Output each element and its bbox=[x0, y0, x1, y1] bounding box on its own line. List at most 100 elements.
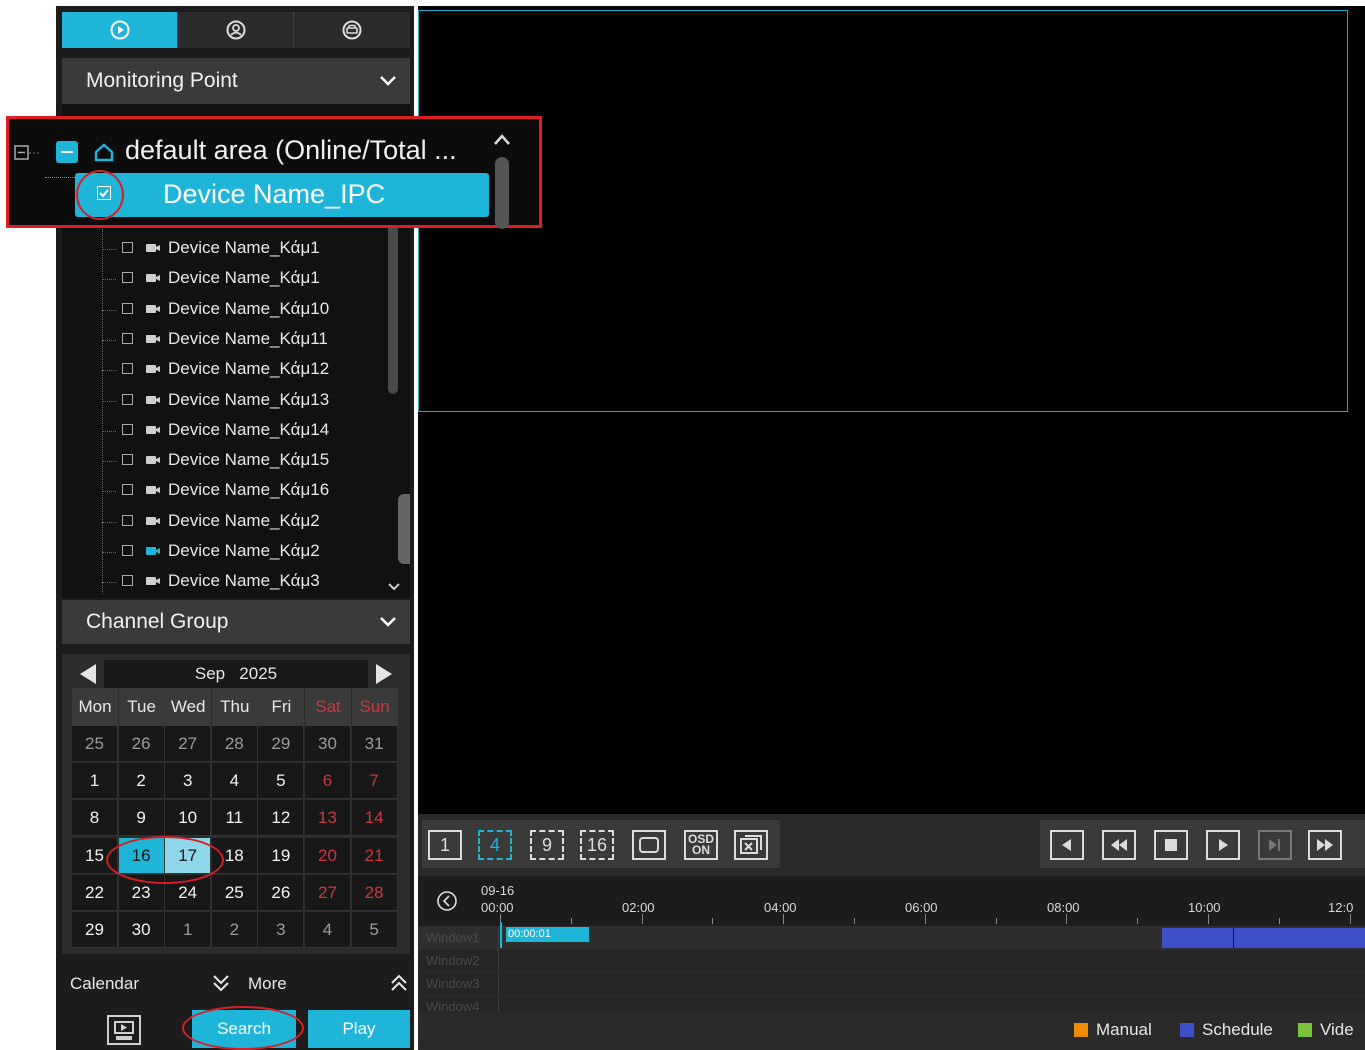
device-row[interactable]: Device Name_Κάμ15 bbox=[62, 446, 392, 476]
calendar-day[interactable]: 1 bbox=[165, 912, 212, 948]
device-checkbox[interactable] bbox=[122, 242, 133, 253]
collapse-icon[interactable] bbox=[14, 145, 42, 161]
calendar-day[interactable]: 27 bbox=[305, 874, 351, 911]
device-checkbox[interactable] bbox=[122, 272, 133, 284]
calendar-day[interactable]: 3 bbox=[165, 763, 212, 800]
calendar-day[interactable]: 13 bbox=[305, 800, 351, 837]
calendar-day[interactable]: 7 bbox=[351, 763, 398, 800]
vehicle-tab[interactable] bbox=[294, 12, 410, 48]
calendar-day[interactable]: 5 bbox=[258, 763, 305, 800]
calendar-day[interactable]: 14 bbox=[351, 800, 398, 837]
calendar-day[interactable]: 21 bbox=[351, 837, 398, 874]
calendar-day[interactable]: 30 bbox=[305, 726, 351, 762]
device-row[interactable]: Device Name_Κάμ2 bbox=[62, 537, 392, 567]
fast-forward-button[interactable] bbox=[1308, 830, 1342, 860]
schedule-record-segment[interactable] bbox=[1162, 928, 1365, 948]
selected-device-row[interactable]: Device Name_IPC bbox=[75, 173, 489, 217]
calendar-day[interactable]: 22 bbox=[72, 874, 118, 911]
device-checkbox[interactable] bbox=[122, 575, 133, 587]
calendar-day[interactable]: 28 bbox=[211, 726, 258, 762]
calendar-day[interactable]: 11 bbox=[211, 800, 258, 837]
device-checkbox[interactable] bbox=[122, 454, 133, 466]
layout-9-button[interactable]: 9 bbox=[530, 830, 564, 860]
prev-month-icon[interactable] bbox=[76, 662, 100, 686]
device-row[interactable]: Device Name_Κάμ1 bbox=[62, 234, 392, 264]
scroll-up-icon[interactable] bbox=[491, 131, 513, 149]
device-row[interactable]: Device Name_Κάμ2 bbox=[62, 507, 392, 537]
timeline-cursor[interactable] bbox=[500, 922, 502, 948]
calendar-day[interactable]: 4 bbox=[305, 912, 351, 948]
playback-tab[interactable] bbox=[62, 12, 178, 48]
video-pane-1[interactable] bbox=[418, 10, 1348, 412]
calendar-day[interactable]: 29 bbox=[72, 912, 118, 948]
play-forward-button[interactable] bbox=[1206, 830, 1240, 860]
video-pane-3[interactable] bbox=[418, 411, 1348, 814]
timeline-window-row[interactable]: Window3 bbox=[418, 972, 1365, 995]
calendar-day[interactable]: 3 bbox=[258, 912, 305, 948]
next-frame-button[interactable] bbox=[1258, 830, 1292, 860]
double-chevron-down-icon[interactable] bbox=[210, 972, 232, 994]
calendar-day[interactable]: 29 bbox=[258, 726, 305, 762]
device-row[interactable]: Device Name_Κάμ10 bbox=[62, 295, 392, 325]
panel-collapse-handle[interactable] bbox=[398, 494, 410, 564]
device-row[interactable]: Device Name_Κάμ16 bbox=[62, 476, 392, 506]
calendar-day[interactable]: 8 bbox=[72, 800, 118, 837]
device-checkbox[interactable] bbox=[122, 484, 133, 496]
calendar-day[interactable]: 25 bbox=[211, 874, 258, 911]
rewind-button[interactable] bbox=[1102, 830, 1136, 860]
calendar-day[interactable]: 4 bbox=[211, 763, 258, 800]
calendar-day[interactable]: 26 bbox=[258, 874, 305, 911]
calendar-day[interactable]: 26 bbox=[118, 726, 165, 762]
calendar-day[interactable]: 9 bbox=[118, 800, 165, 837]
layout-4-button[interactable]: 4 bbox=[478, 830, 512, 860]
monitoring-point-header[interactable]: Monitoring Point bbox=[62, 58, 410, 104]
next-month-icon[interactable] bbox=[372, 662, 396, 686]
area-checkbox[interactable] bbox=[56, 141, 78, 163]
layout-16-button[interactable]: 16 bbox=[580, 830, 614, 860]
backup-icon[interactable] bbox=[106, 1014, 142, 1046]
device-checkbox[interactable] bbox=[122, 363, 133, 375]
device-row[interactable]: Device Name_Κάμ13 bbox=[62, 386, 392, 416]
calendar-day[interactable]: 2 bbox=[118, 763, 165, 800]
stop-button[interactable] bbox=[1154, 830, 1188, 860]
device-row[interactable]: Device Name_Κάμ14 bbox=[62, 416, 392, 446]
fullscreen-button[interactable] bbox=[632, 830, 666, 860]
more-label[interactable]: More bbox=[248, 974, 287, 994]
osd-toggle-button[interactable]: OSD ON bbox=[684, 830, 718, 860]
calendar-day[interactable]: 6 bbox=[305, 763, 351, 800]
calendar-label[interactable]: Calendar bbox=[70, 974, 139, 994]
device-row[interactable]: Device Name_Κάμ3 bbox=[62, 567, 392, 597]
calendar-day[interactable]: 1 bbox=[72, 763, 118, 800]
device-checkbox[interactable] bbox=[122, 423, 133, 435]
timeline-back-icon[interactable] bbox=[436, 890, 458, 912]
calendar-day[interactable]: 30 bbox=[118, 912, 165, 948]
calendar-day[interactable]: 31 bbox=[351, 726, 398, 762]
device-checkbox[interactable] bbox=[122, 393, 133, 405]
calendar-day[interactable]: 25 bbox=[72, 726, 118, 762]
device-row[interactable]: Device Name_Κάμ1 bbox=[62, 264, 392, 294]
timeline-window-row[interactable]: Window2 bbox=[418, 949, 1365, 972]
calendar-day[interactable]: 28 bbox=[351, 874, 398, 911]
device-row[interactable]: Device Name_Κάμ12 bbox=[62, 355, 392, 385]
calendar-day[interactable]: 12 bbox=[258, 800, 305, 837]
play-button[interactable]: Play bbox=[308, 1010, 410, 1048]
device-checkbox[interactable] bbox=[122, 302, 133, 314]
layout-1-button[interactable]: 1 bbox=[428, 830, 462, 860]
double-chevron-up-icon[interactable] bbox=[388, 972, 410, 994]
device-row[interactable]: Device Name_Κάμ11 bbox=[62, 325, 392, 355]
close-all-button[interactable] bbox=[734, 830, 768, 860]
callout-scrollbar[interactable] bbox=[495, 157, 509, 229]
calendar-day[interactable]: 2 bbox=[211, 912, 258, 948]
device-checkbox[interactable] bbox=[122, 545, 133, 556]
calendar-day[interactable]: 19 bbox=[258, 837, 305, 874]
calendar-day[interactable]: 20 bbox=[305, 837, 351, 874]
calendar-day[interactable]: 5 bbox=[351, 912, 398, 948]
area-label[interactable]: default area (Online/Total ... bbox=[125, 135, 457, 166]
calendar-day[interactable]: 10 bbox=[165, 800, 212, 837]
calendar-day[interactable]: 27 bbox=[165, 726, 212, 762]
device-checkbox[interactable] bbox=[122, 332, 133, 344]
face-tab[interactable] bbox=[178, 12, 294, 48]
device-checkbox[interactable] bbox=[122, 514, 133, 526]
channel-group-header[interactable]: Channel Group bbox=[62, 600, 410, 644]
prev-frame-button[interactable] bbox=[1050, 830, 1084, 860]
